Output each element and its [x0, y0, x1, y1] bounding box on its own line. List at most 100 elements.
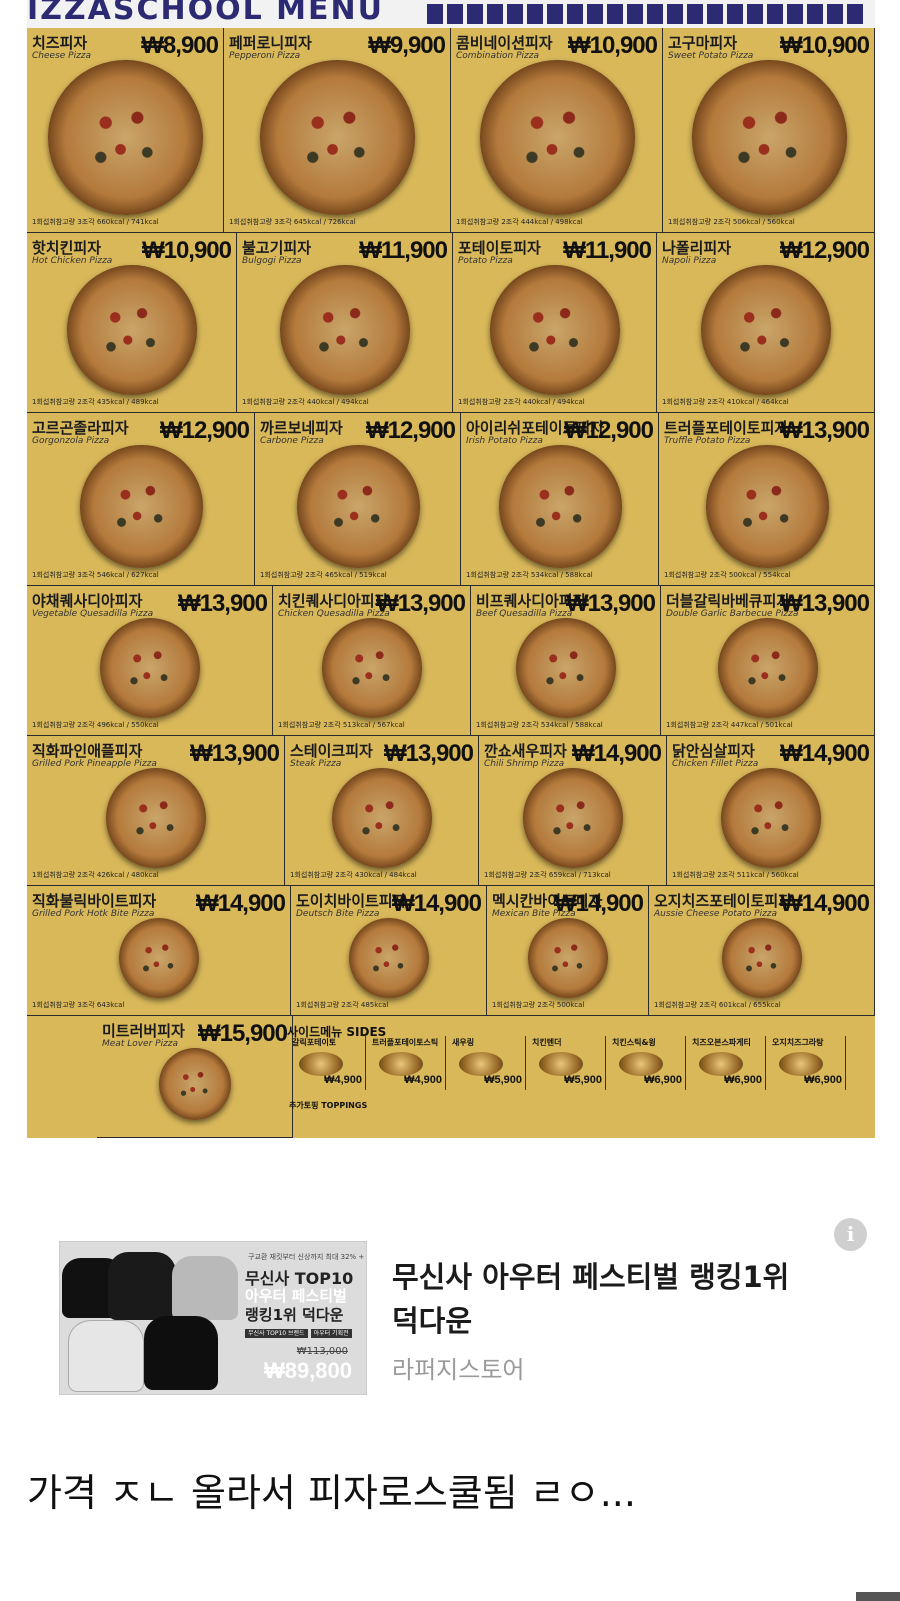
side-item: 치킨텐더 ₩5,900 — [529, 1036, 606, 1090]
side-item-image — [299, 1052, 343, 1076]
pizza-english-name: Gorgonzola Pizza — [32, 436, 110, 446]
pizza-calories: 1회섭취참고량 3조각 546kcal / 627kcal — [32, 571, 159, 579]
pizza-name: 직화파인애플피자 — [32, 742, 143, 760]
pizza-cell: 직화파인애플피자 Grilled Pork Pineapple Pizza ₩13,… — [27, 736, 285, 886]
pizza-name: 오지치즈포테이토피자 — [654, 892, 793, 910]
jacket-black-3 — [144, 1316, 218, 1390]
pizza-calories: 1회섭취참고량 2조각 534kcal / 588kcal — [466, 571, 593, 579]
toppings-label: 추가토핑 TOPPINGS — [289, 1101, 368, 1110]
pizza-cell: 야채퀘사디아피자 Vegetable Quesadilla Pizza ₩13,90… — [27, 586, 273, 736]
side-item-name: 치킨텐더 — [532, 1038, 562, 1047]
side-item: 치킨스틱&윙 ₩6,900 — [609, 1036, 686, 1090]
jacket-grey — [172, 1256, 238, 1320]
pizza-name: 핫치킨피자 — [32, 239, 102, 257]
pizza-name: 포테이토피자 — [458, 239, 541, 257]
pizza-image — [79, 445, 203, 568]
side-item: 오지치즈그라탕 ₩6,900 — [769, 1036, 846, 1090]
pizza-cell: 나폴리피자 Napoli Pizza ₩12,900 1회섭취참고량 2조각 410k… — [657, 233, 875, 413]
pizza-cell: 오지치즈포테이토피자 Aussie Cheese Potato Pizza ₩14,… — [649, 886, 875, 1016]
pizza-cell: 까르보네피자 Carbone Pizza ₩12,900 1회섭취참고량 2조각 46… — [255, 413, 461, 586]
pizza-english-name: Truffle Potato Pizza — [664, 436, 751, 446]
menu-board: IZZASCHOOL MENU 치즈피자 Cheese Pizza ₩8,900 1회… — [27, 0, 875, 1138]
pizza-cell: 치즈피자 Cheese Pizza ₩8,900 1회섭취참고량 3조각 660kca… — [27, 28, 224, 233]
pizza-name: 나폴리피자 — [662, 239, 732, 257]
pizza-cell: 아이리쉬포테이토피자 Irish Potato Pizza ₩12,900 1회섭취참… — [461, 413, 659, 586]
side-item-image — [699, 1052, 743, 1076]
pizza-english-name: Napoli Pizza — [662, 256, 717, 266]
side-item: 트러플포테이토스틱 ₩4,900 — [369, 1036, 446, 1090]
pizza-cell: 미트러버피자 Meat Lover Pizza ₩15,900 — [97, 1016, 293, 1138]
pizza-name: 까르보네피자 — [260, 419, 343, 437]
pizza-image — [100, 618, 200, 718]
pizza-image — [106, 768, 206, 868]
pizza-english-name: Chicken Fillet Pizza — [672, 759, 759, 769]
pizza-price: ₩13,900 — [779, 590, 870, 617]
pizza-english-name: Cheese Pizza — [32, 51, 92, 61]
pizza-cell: 치킨퀘사디아피자 Chicken Quesadilla Pizza ₩13,900 1… — [273, 586, 471, 736]
pizza-price: ₩14,900 — [195, 890, 286, 917]
side-item-image — [619, 1052, 663, 1076]
ad-title-link[interactable]: 무신사 아우터 페스티벌 랭킹1위 덕다운 — [392, 1255, 822, 1343]
ad-info-icon[interactable]: i — [834, 1218, 867, 1251]
side-item-price: ₩6,900 — [644, 1074, 682, 1086]
pizza-calories: 1회섭취참고량 2조각 601kcal / 655kcal — [654, 1001, 781, 1009]
pizza-image — [523, 768, 623, 868]
menu-board-header: IZZASCHOOL MENU — [27, 0, 875, 28]
ad-image-old-price: ₩113,000 — [296, 1346, 348, 1357]
ad-image-line-2: 아우터 페스티벌 — [245, 1287, 347, 1305]
pizza-cell: 스테이크피자 Steak Pizza ₩13,900 1회섭취참고량 2조각 430k… — [285, 736, 479, 886]
pizza-cell: 콤비네이션피자 Combination Pizza ₩10,900 1회섭취참고량 2… — [451, 28, 663, 233]
pizza-english-name: Vegetable Quesadilla Pizza — [32, 609, 154, 619]
pizza-english-name: Steak Pizza — [290, 759, 342, 769]
pizza-image — [280, 265, 410, 395]
pizza-cell: 핫치킨피자 Hot Chicken Pizza ₩10,900 1회섭취참고량 2조각… — [27, 233, 237, 413]
pizza-name: 고구마피자 — [668, 34, 738, 52]
pizza-name: 콤비네이션피자 — [456, 34, 553, 52]
pizza-english-name: Irish Potato Pizza — [466, 436, 543, 446]
ad-image-line-3: 랭킹1위 덕다운 — [245, 1306, 344, 1324]
pizza-price: ₩14,900 — [779, 740, 870, 767]
pizza-image — [498, 445, 622, 568]
pizza-image — [528, 918, 608, 998]
pizza-english-name: Potato Pizza — [458, 256, 513, 266]
pizza-calories: 1회섭취참고량 3조각 660kcal / 741kcal — [32, 218, 159, 226]
side-item-image — [539, 1052, 583, 1076]
pizza-calories: 1회섭취참고량 2조각 440kcal / 494kcal — [242, 398, 369, 406]
post-caption: 가격 ㅈㄴ 올라서 피자로스쿨됨 ㄹㅇ... — [27, 1471, 636, 1515]
pizza-cell: 비프퀘사디아피자 Beef Quesadilla Pizza ₩13,900 1회섭취… — [471, 586, 661, 736]
pizza-price: ₩12,900 — [563, 417, 654, 444]
pizza-price: ₩12,900 — [365, 417, 456, 444]
pizza-english-name: Combination Pizza — [456, 51, 539, 61]
ad-store-name[interactable]: 라퍼지스토어 — [392, 1350, 524, 1385]
pizza-english-name: Chicken Quesadilla Pizza — [278, 609, 390, 619]
pizza-cell: 직화불릭바이트피자 Grilled Pork Hotk Bite Pizza ₩14… — [27, 886, 291, 1016]
side-item-name: 트러플포테이토스틱 — [372, 1038, 439, 1047]
pizza-image — [490, 265, 620, 395]
pizza-image — [701, 265, 831, 395]
pizza-calories: 1회섭취참고량 2조각 534kcal / 588kcal — [476, 721, 603, 729]
pizza-english-name: Meat Lover Pizza — [102, 1039, 179, 1049]
menu-photo[interactable]: IZZASCHOOL MENU 치즈피자 Cheese Pizza ₩8,900 1회… — [27, 0, 875, 1138]
pizza-price: ₩12,900 — [779, 237, 870, 264]
pizza-name: 야채퀘사디아피자 — [32, 592, 143, 610]
pizza-image — [516, 618, 616, 718]
pizza-english-name: Pepperoni Pizza — [229, 51, 301, 61]
pizza-image — [349, 918, 429, 998]
jacket-black-2 — [108, 1252, 176, 1320]
pizza-price: ₩13,900 — [177, 590, 268, 617]
pizza-calories: 1회섭취참고량 2조각 444kcal / 498kcal — [456, 218, 583, 226]
scroll-corner-indicator — [856, 1592, 900, 1601]
pizza-name: 고르곤졸라피자 — [32, 419, 129, 437]
side-item-name: 치즈오븐스파게티 — [692, 1038, 751, 1047]
pizza-cell: 더블갈릭바베큐피자 Double Garlic Barbecue Pizza ₩13… — [661, 586, 875, 736]
side-item-image — [379, 1052, 423, 1076]
pizza-english-name: Beef Quesadilla Pizza — [476, 609, 573, 619]
pizza-image — [691, 60, 847, 215]
pizza-price: ₩13,900 — [383, 740, 474, 767]
ad-image[interactable]: 구교환 재킷부터 신상까지 최대 32% + 10% 쿠폰 무신사 TOP10 … — [59, 1241, 367, 1395]
pizza-cell: 페퍼로니피자 Pepperoni Pizza ₩9,900 1회섭취참고량 3조각 6… — [224, 28, 451, 233]
pizza-name: 트러플포테이토피자 — [664, 419, 789, 437]
pizza-calories: 1회섭취참고량 2조각 426kcal / 480kcal — [32, 871, 159, 879]
side-item: 새우링 ₩5,900 — [449, 1036, 526, 1090]
pizza-cell: 깐쇼새우피자 Chili Shrimp Pizza ₩14,900 1회섭취참고량 2… — [479, 736, 667, 886]
